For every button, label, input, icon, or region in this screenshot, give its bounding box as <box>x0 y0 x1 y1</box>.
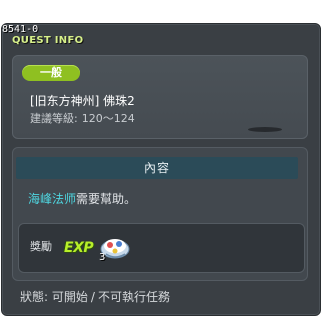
quest-type-badge: 一般 <box>22 65 80 81</box>
status-label: 狀態: <box>20 290 49 304</box>
content-header: 內容 <box>16 157 298 179</box>
status-value-2: 不可執行任務 <box>97 290 170 304</box>
status-value-1: 可開始 <box>51 290 88 304</box>
quest-name: [旧东方神州] 佛珠2 <box>30 94 135 108</box>
quest-status: 狀態: 可開始 / 不可執行任務 <box>20 290 170 304</box>
level-value: 120～124 <box>81 112 135 125</box>
quest-id: 8541-0 <box>2 24 39 35</box>
npc-name-link[interactable]: 海峰法师 <box>28 192 76 206</box>
reward-label: 獎勵 <box>30 240 52 253</box>
decorative-shadow <box>248 127 282 132</box>
status-separator: / <box>90 290 95 304</box>
level-label: 建議等級: <box>30 112 78 125</box>
window-title: QUEST INFO <box>12 35 84 46</box>
quest-description: 海峰法师需要幫助。 <box>28 192 136 206</box>
exp-icon: EXP <box>64 240 94 256</box>
reward-box <box>18 223 305 273</box>
quest-recommended-level: 建議等級: 120～124 <box>30 112 135 125</box>
description-text: 需要幫助。 <box>76 192 137 206</box>
reward-item-quantity: 3 <box>99 252 106 263</box>
